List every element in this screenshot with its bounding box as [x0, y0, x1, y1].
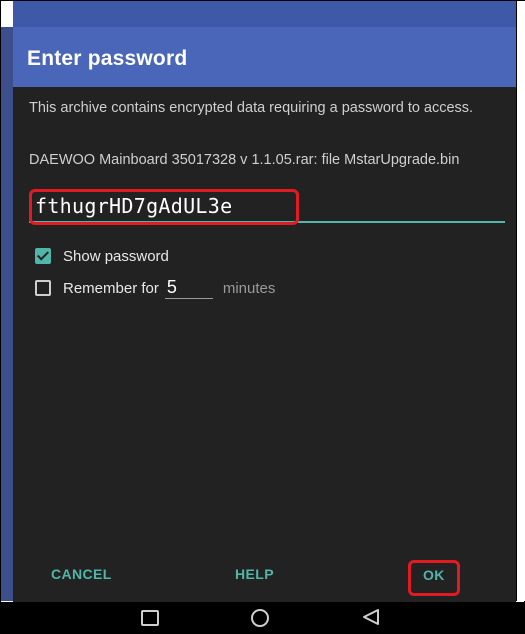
dialog-message: This archive contains encrypted data req… — [29, 100, 474, 116]
password-field[interactable]: fthugrHD7gAdUL3e — [29, 189, 505, 225]
cancel-button[interactable]: CANCEL — [51, 566, 112, 582]
ok-button[interactable]: OK — [408, 560, 460, 596]
show-password-checkbox[interactable] — [35, 248, 51, 264]
remember-minutes-input[interactable]: 5 — [164, 277, 213, 299]
dialog-title: Enter password — [27, 47, 188, 70]
show-password-label: Show password — [63, 247, 169, 265]
recent-apps-icon[interactable] — [141, 610, 159, 626]
dialog-title-bar: Enter password — [13, 27, 516, 87]
background-app-strip — [1, 1, 13, 601]
show-password-row[interactable]: Show password — [35, 245, 169, 267]
status-bar — [13, 1, 516, 27]
remember-checkbox[interactable] — [35, 280, 51, 296]
help-button[interactable]: HELP — [235, 566, 274, 582]
archive-file-info: DAEWOO Mainboard 35017328 v 1.1.05.rar: … — [29, 152, 460, 168]
remember-label: Remember for — [63, 279, 159, 297]
password-dialog: This archive contains encrypted data req… — [13, 87, 516, 602]
remember-row: Remember for 5 minutes — [35, 277, 275, 299]
home-icon[interactable] — [251, 609, 269, 627]
right-edge-strip — [516, 1, 525, 601]
back-icon[interactable] — [361, 608, 381, 626]
ok-highlight-box — [408, 560, 460, 596]
android-nav-bar — [1, 602, 524, 633]
password-highlight-box — [29, 189, 299, 225]
minutes-label: minutes — [222, 279, 276, 297]
